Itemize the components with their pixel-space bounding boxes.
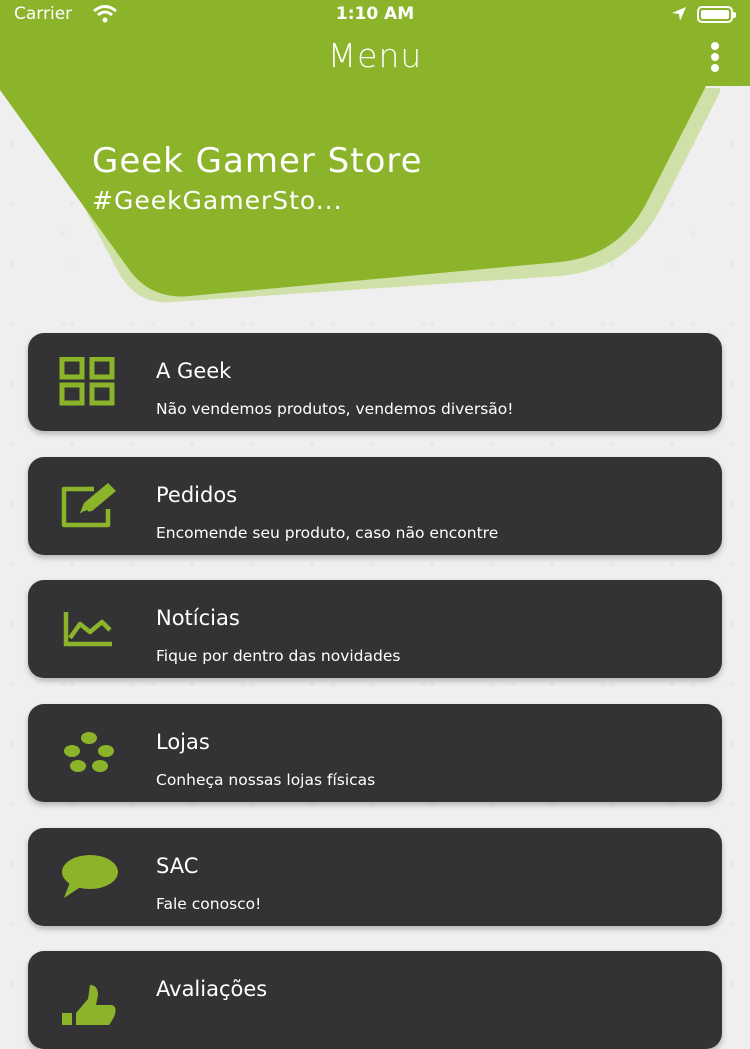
menu-item-title: Lojas (156, 730, 210, 754)
page-title: Menu (327, 36, 423, 75)
store-tagline: #GeekGamerSto... (92, 186, 343, 215)
menu-item-subtitle: Fale conosco! (156, 895, 262, 913)
menu-item-noticias[interactable]: Notícias Fique por dentro das novidades (28, 580, 722, 678)
status-bar: Carrier 1:10 AM (0, 0, 750, 30)
chart-icon (63, 612, 112, 647)
menu-item-title: SAC (156, 854, 199, 878)
thumbs-up-icon (62, 985, 116, 1025)
menu-item-subtitle: Não vendemos produtos, vendemos diversão… (156, 400, 514, 418)
menu-item-subtitle: Conheça nossas lojas físicas (156, 771, 376, 789)
edit-icon (61, 483, 116, 528)
clock: 1:10 AM (335, 4, 415, 24)
battery-icon (697, 6, 736, 23)
location-arrow-icon (672, 7, 686, 21)
menu-item-lojas[interactable]: Lojas Conheça nossas lojas físicas (28, 704, 722, 802)
menu-item-pedidos[interactable]: Pedidos Encomende seu produto, caso não … (28, 457, 722, 555)
menu-item-avaliacoes[interactable]: Avaliações (28, 951, 722, 1049)
menu-item-subtitle: Encomende seu produto, caso não encontre (156, 524, 499, 542)
menu-item-subtitle: Fique por dentro das novidades (156, 647, 401, 665)
store-name: Geek Gamer Store (92, 141, 423, 181)
menu-item-title: Avaliações (156, 977, 268, 1001)
menu-item-sac[interactable]: SAC Fale conosco! (28, 828, 722, 926)
grid-icon (59, 357, 115, 406)
menu-item-title: Notícias (156, 606, 240, 630)
menu-item-a-geek[interactable]: A Geek Não vendemos produtos, vendemos d… (28, 333, 722, 431)
menu-item-title: A Geek (156, 359, 232, 383)
dots-icon (64, 732, 114, 772)
menu-item-title: Pedidos (156, 483, 238, 507)
more-options-icon[interactable] (703, 42, 727, 72)
chat-icon (62, 855, 118, 898)
